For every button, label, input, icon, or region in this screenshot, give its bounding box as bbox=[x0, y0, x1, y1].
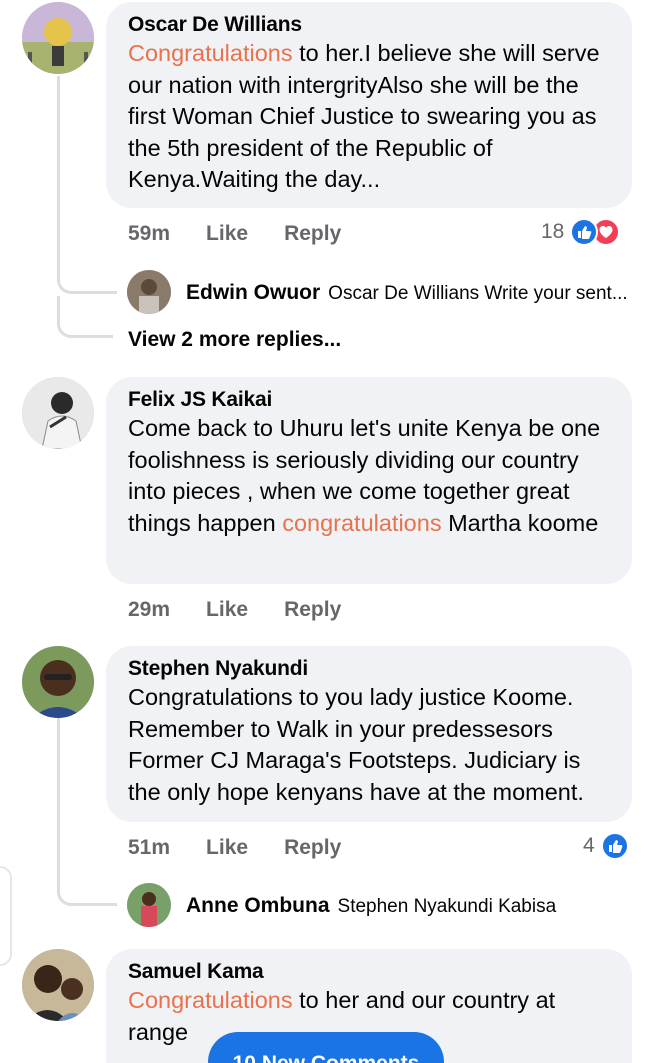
avatar-photo bbox=[22, 949, 94, 1021]
comment-bubble[interactable]: Oscar De Willians Congratulations to her… bbox=[106, 2, 632, 208]
comment-bubble[interactable]: Felix JS Kaikai Come back to Uhuru let's… bbox=[106, 377, 632, 584]
comment-text: Come back to Uhuru let's unite Kenya be … bbox=[128, 415, 601, 536]
avatar-photo bbox=[22, 646, 94, 718]
reply-preview[interactable]: Edwin Owuor Oscar De Willians Write your… bbox=[186, 281, 628, 305]
comment-author[interactable]: Oscar De Willians bbox=[128, 12, 610, 38]
edge-panel bbox=[0, 866, 12, 966]
reply-preview[interactable]: Anne Ombuna Stephen Nyakundi Kabisa bbox=[186, 894, 556, 918]
reply-author[interactable]: Anne Ombuna bbox=[186, 894, 330, 918]
comment-author[interactable]: Samuel Kama bbox=[128, 959, 610, 985]
reaction-count: 4 bbox=[583, 834, 595, 857]
thread-connector bbox=[57, 246, 117, 294]
comment-author[interactable]: Stephen Nyakundi bbox=[128, 656, 610, 682]
avatar-photo bbox=[22, 2, 94, 74]
reaction-summary[interactable]: 4 bbox=[583, 832, 629, 860]
thread-line bbox=[57, 718, 60, 848]
reaction-count: 18 bbox=[541, 220, 565, 243]
like-button[interactable]: Like bbox=[206, 598, 248, 622]
reaction-summary[interactable]: 18 bbox=[541, 218, 621, 246]
reply-text: Oscar De Willians Write your sent... bbox=[328, 283, 628, 304]
reply-text: Stephen Nyakundi Kabisa bbox=[337, 896, 557, 917]
view-more-replies-link[interactable]: View 2 more replies... bbox=[128, 328, 341, 352]
reply-author[interactable]: Edwin Owuor bbox=[186, 281, 320, 305]
comment-actions: 29m Like Reply bbox=[128, 598, 341, 622]
comment-bubble[interactable]: Stephen Nyakundi Congratulations to you … bbox=[106, 646, 632, 822]
like-button[interactable]: Like bbox=[206, 222, 248, 246]
comment-text: Congratulations to her.I believe she wil… bbox=[128, 40, 600, 193]
reply-button[interactable]: Reply bbox=[284, 222, 341, 246]
timestamp[interactable]: 29m bbox=[128, 598, 170, 622]
thread-connector bbox=[57, 296, 113, 338]
avatar[interactable] bbox=[22, 646, 94, 718]
reply-button[interactable]: Reply bbox=[284, 598, 341, 622]
avatar-photo bbox=[127, 883, 171, 927]
avatar[interactable] bbox=[22, 2, 94, 74]
thread-connector bbox=[57, 848, 117, 906]
like-button[interactable]: Like bbox=[206, 836, 248, 860]
comment-author[interactable]: Felix JS Kaikai bbox=[128, 387, 610, 413]
timestamp[interactable]: 51m bbox=[128, 836, 170, 860]
highlighted-word[interactable]: congratulations bbox=[282, 510, 441, 536]
avatar-photo bbox=[127, 270, 171, 314]
reply-avatar[interactable] bbox=[127, 883, 171, 927]
new-comments-button[interactable]: 10 New Comments bbox=[208, 1032, 444, 1063]
highlighted-word[interactable]: Congratulations bbox=[128, 987, 293, 1013]
highlighted-word[interactable]: Congratulations bbox=[128, 40, 293, 66]
reply-button[interactable]: Reply bbox=[284, 836, 341, 860]
comment-actions: 51m Like Reply bbox=[128, 836, 341, 860]
reply-avatar[interactable] bbox=[127, 270, 171, 314]
like-icon bbox=[600, 832, 629, 860]
like-icon bbox=[570, 218, 599, 246]
avatar[interactable] bbox=[22, 377, 94, 449]
comment-text: Congratulations to you lady justice Koom… bbox=[128, 684, 584, 805]
timestamp[interactable]: 59m bbox=[128, 222, 170, 246]
comment-actions: 59m Like Reply bbox=[128, 222, 341, 246]
avatar-photo bbox=[22, 377, 94, 449]
avatar[interactable] bbox=[22, 949, 94, 1021]
